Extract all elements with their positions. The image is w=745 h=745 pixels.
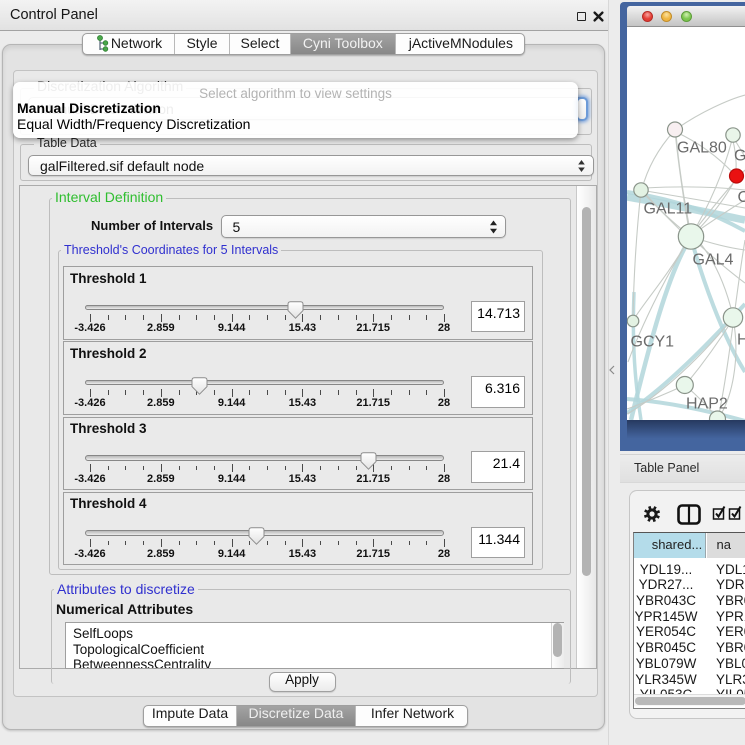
svg-text:C: C — [738, 189, 745, 206]
svg-text:GAL80: GAL80 — [677, 140, 727, 157]
svg-text:GCY1: GCY1 — [631, 334, 675, 351]
svg-text:GAL4: GAL4 — [693, 252, 734, 269]
svg-text:HAP2: HAP2 — [686, 396, 728, 413]
svg-text:H: H — [737, 332, 745, 349]
svg-text:GAL11: GAL11 — [644, 201, 693, 218]
svg-text:GA: GA — [734, 148, 745, 165]
